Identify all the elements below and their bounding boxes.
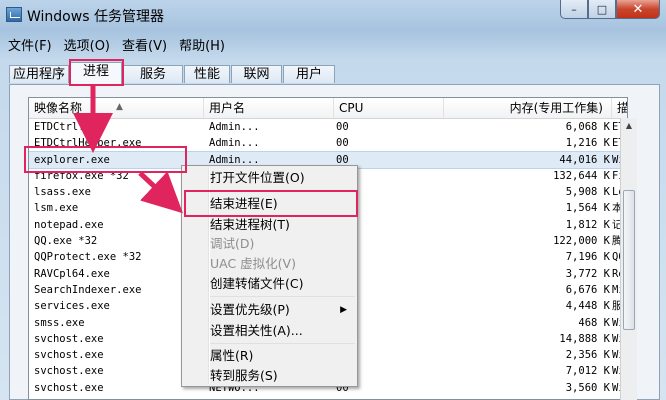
annotation-arrows — [73, 86, 183, 214]
task-manager-window: Windows 任务管理器 – □ ✕ 文件(F) 选项(O) 查看(V) 帮助… — [0, 0, 666, 400]
arrow-right-icon — [138, 171, 183, 214]
